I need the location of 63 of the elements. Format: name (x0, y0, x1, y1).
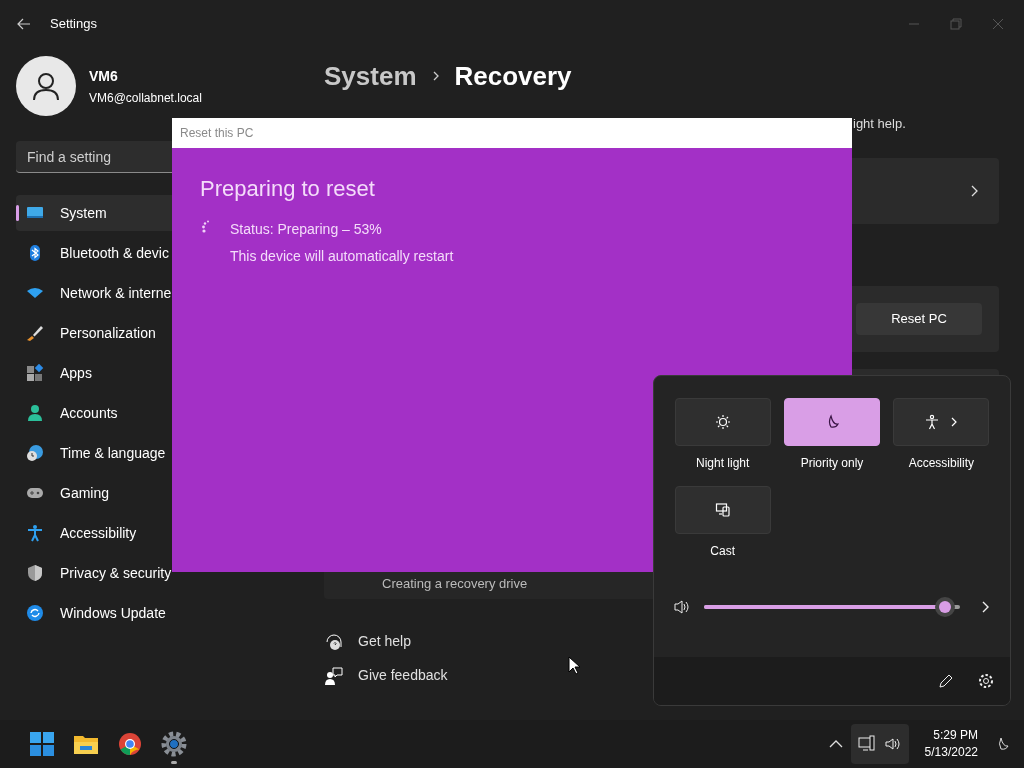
description-text: ight help. (853, 115, 906, 133)
nav-item[interactable]: Time & language (16, 435, 300, 471)
breadcrumb-link[interactable]: System (324, 56, 417, 96)
browser-icon (118, 732, 142, 756)
dialog-title: Reset this PC (180, 125, 254, 142)
update-icon (26, 604, 44, 622)
tile-label: Priority only (800, 455, 864, 472)
nav-item[interactable]: Gaming (16, 475, 300, 511)
back-icon[interactable] (16, 16, 32, 32)
gear-icon (161, 731, 187, 757)
reset-pc-button[interactable]: Reset PC (856, 303, 982, 335)
apps-icon (26, 364, 44, 382)
help-link[interactable]: Get help (358, 631, 411, 652)
nav-item[interactable]: Windows Update (16, 595, 300, 631)
selection-indicator (16, 205, 19, 221)
nav-item[interactable]: Accounts (16, 395, 300, 431)
clock-date: 5/13/2022 (924, 744, 978, 761)
accessibility-icon (924, 414, 941, 430)
sun-icon (714, 414, 731, 430)
tile-label: Accessibility (908, 455, 974, 472)
folder-icon (73, 733, 99, 755)
speaker-icon[interactable] (674, 599, 692, 615)
person-icon (31, 71, 61, 101)
person-icon (26, 404, 44, 422)
chevron-icon (950, 417, 959, 427)
user-email: VM6@collabnet.local (89, 89, 202, 107)
window-title: Settings (50, 15, 97, 34)
quick-setting-tile[interactable] (674, 398, 771, 446)
nav-item[interactable]: Network & interne (16, 275, 300, 311)
windows-logo-icon (30, 732, 54, 756)
page-title: Recovery (454, 59, 572, 93)
volume-slider[interactable] (704, 597, 960, 617)
quick-setting-tile[interactable] (674, 486, 771, 534)
help-link[interactable]: Give feedback (358, 665, 448, 686)
shield-icon (26, 564, 44, 582)
help-icon (324, 631, 344, 652)
cast-icon (714, 502, 731, 518)
nav-item[interactable]: Accessibility (16, 515, 300, 551)
chevron-icon[interactable] (980, 600, 990, 614)
quick-setting-tile[interactable] (893, 398, 990, 446)
restart-note: This device will automatically restart (230, 247, 454, 266)
quick-setting-tile[interactable] (784, 398, 880, 446)
tray-button[interactable] (850, 724, 909, 764)
recovery-drive-link[interactable]: Creating a recovery drive (382, 573, 528, 593)
tile-label: Night light (695, 455, 750, 472)
nav-item[interactable]: Personalization (16, 315, 300, 351)
feedback-icon (324, 665, 344, 686)
accessibility-icon (26, 524, 44, 542)
cursor-icon (568, 656, 582, 676)
network-icon (857, 735, 876, 753)
tile-label: Cast (710, 543, 735, 560)
edit-icon[interactable] (938, 673, 954, 689)
chevron-icon (969, 184, 979, 198)
speaker-icon (883, 735, 902, 753)
chevron-up-icon[interactable] (828, 739, 843, 749)
running-indicator (171, 761, 177, 764)
nav-item[interactable]: Apps (16, 355, 300, 391)
brush-icon (26, 324, 44, 342)
settings-icon[interactable] (978, 673, 994, 689)
nav-item[interactable]: Privacy & security (16, 555, 300, 591)
user-name: VM6 (89, 66, 119, 86)
clock-globe-icon (26, 444, 44, 462)
clock-time: 5:29 PM (933, 727, 978, 744)
